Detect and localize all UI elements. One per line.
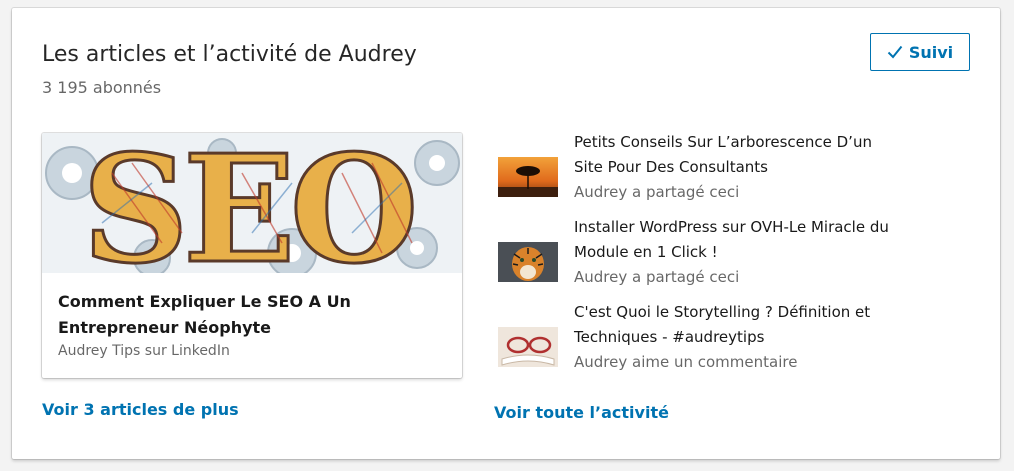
follow-button-label: Suivi bbox=[908, 42, 954, 62]
follower-count: 3 195 abonnés bbox=[42, 78, 162, 97]
activity-meta: Audrey a partagé ceci bbox=[574, 183, 740, 201]
activity-item[interactable]: C'est Quoi le Storytelling ? Définition … bbox=[498, 300, 918, 375]
article-title: Comment Expliquer Le SEO A Un Entreprene… bbox=[58, 292, 351, 337]
article-source: Audrey Tips sur LinkedIn bbox=[58, 343, 230, 359]
activity-meta: Audrey aime un commentaire bbox=[574, 353, 798, 371]
activity-meta: Audrey a partagé ceci bbox=[574, 268, 740, 286]
glasses-book-thumbnail bbox=[498, 327, 558, 367]
seo-image-letters: SEO bbox=[82, 133, 413, 273]
tiger-thumbnail bbox=[498, 242, 558, 282]
check-icon bbox=[887, 45, 903, 59]
follow-button[interactable]: Suivi bbox=[870, 33, 970, 71]
featured-article-card[interactable]: SEO Comment Expliquer Le SEO A Un Entrep… bbox=[42, 133, 462, 378]
activity-item[interactable]: Petits Conseils Sur L’arborescence D’un … bbox=[498, 130, 918, 205]
activity-item[interactable]: Installer WordPress sur OVH-Le Miracle d… bbox=[498, 215, 918, 290]
sunset-tree-thumbnail bbox=[498, 157, 558, 197]
article-cover-image: SEO bbox=[42, 133, 462, 273]
section-title: Les articles et l’activité de Audrey bbox=[42, 42, 417, 67]
activity-title: Petits Conseils Sur L’arborescence D’un … bbox=[574, 133, 872, 176]
see-all-activity-link[interactable]: Voir toute l’activité bbox=[494, 403, 669, 422]
articles-activity-card: Les articles et l’activité de Audrey 3 1… bbox=[12, 8, 1000, 459]
see-more-articles-link[interactable]: Voir 3 articles de plus bbox=[42, 400, 239, 419]
activity-title: C'est Quoi le Storytelling ? Définition … bbox=[574, 303, 871, 346]
activity-title: Installer WordPress sur OVH-Le Miracle d… bbox=[574, 218, 889, 261]
